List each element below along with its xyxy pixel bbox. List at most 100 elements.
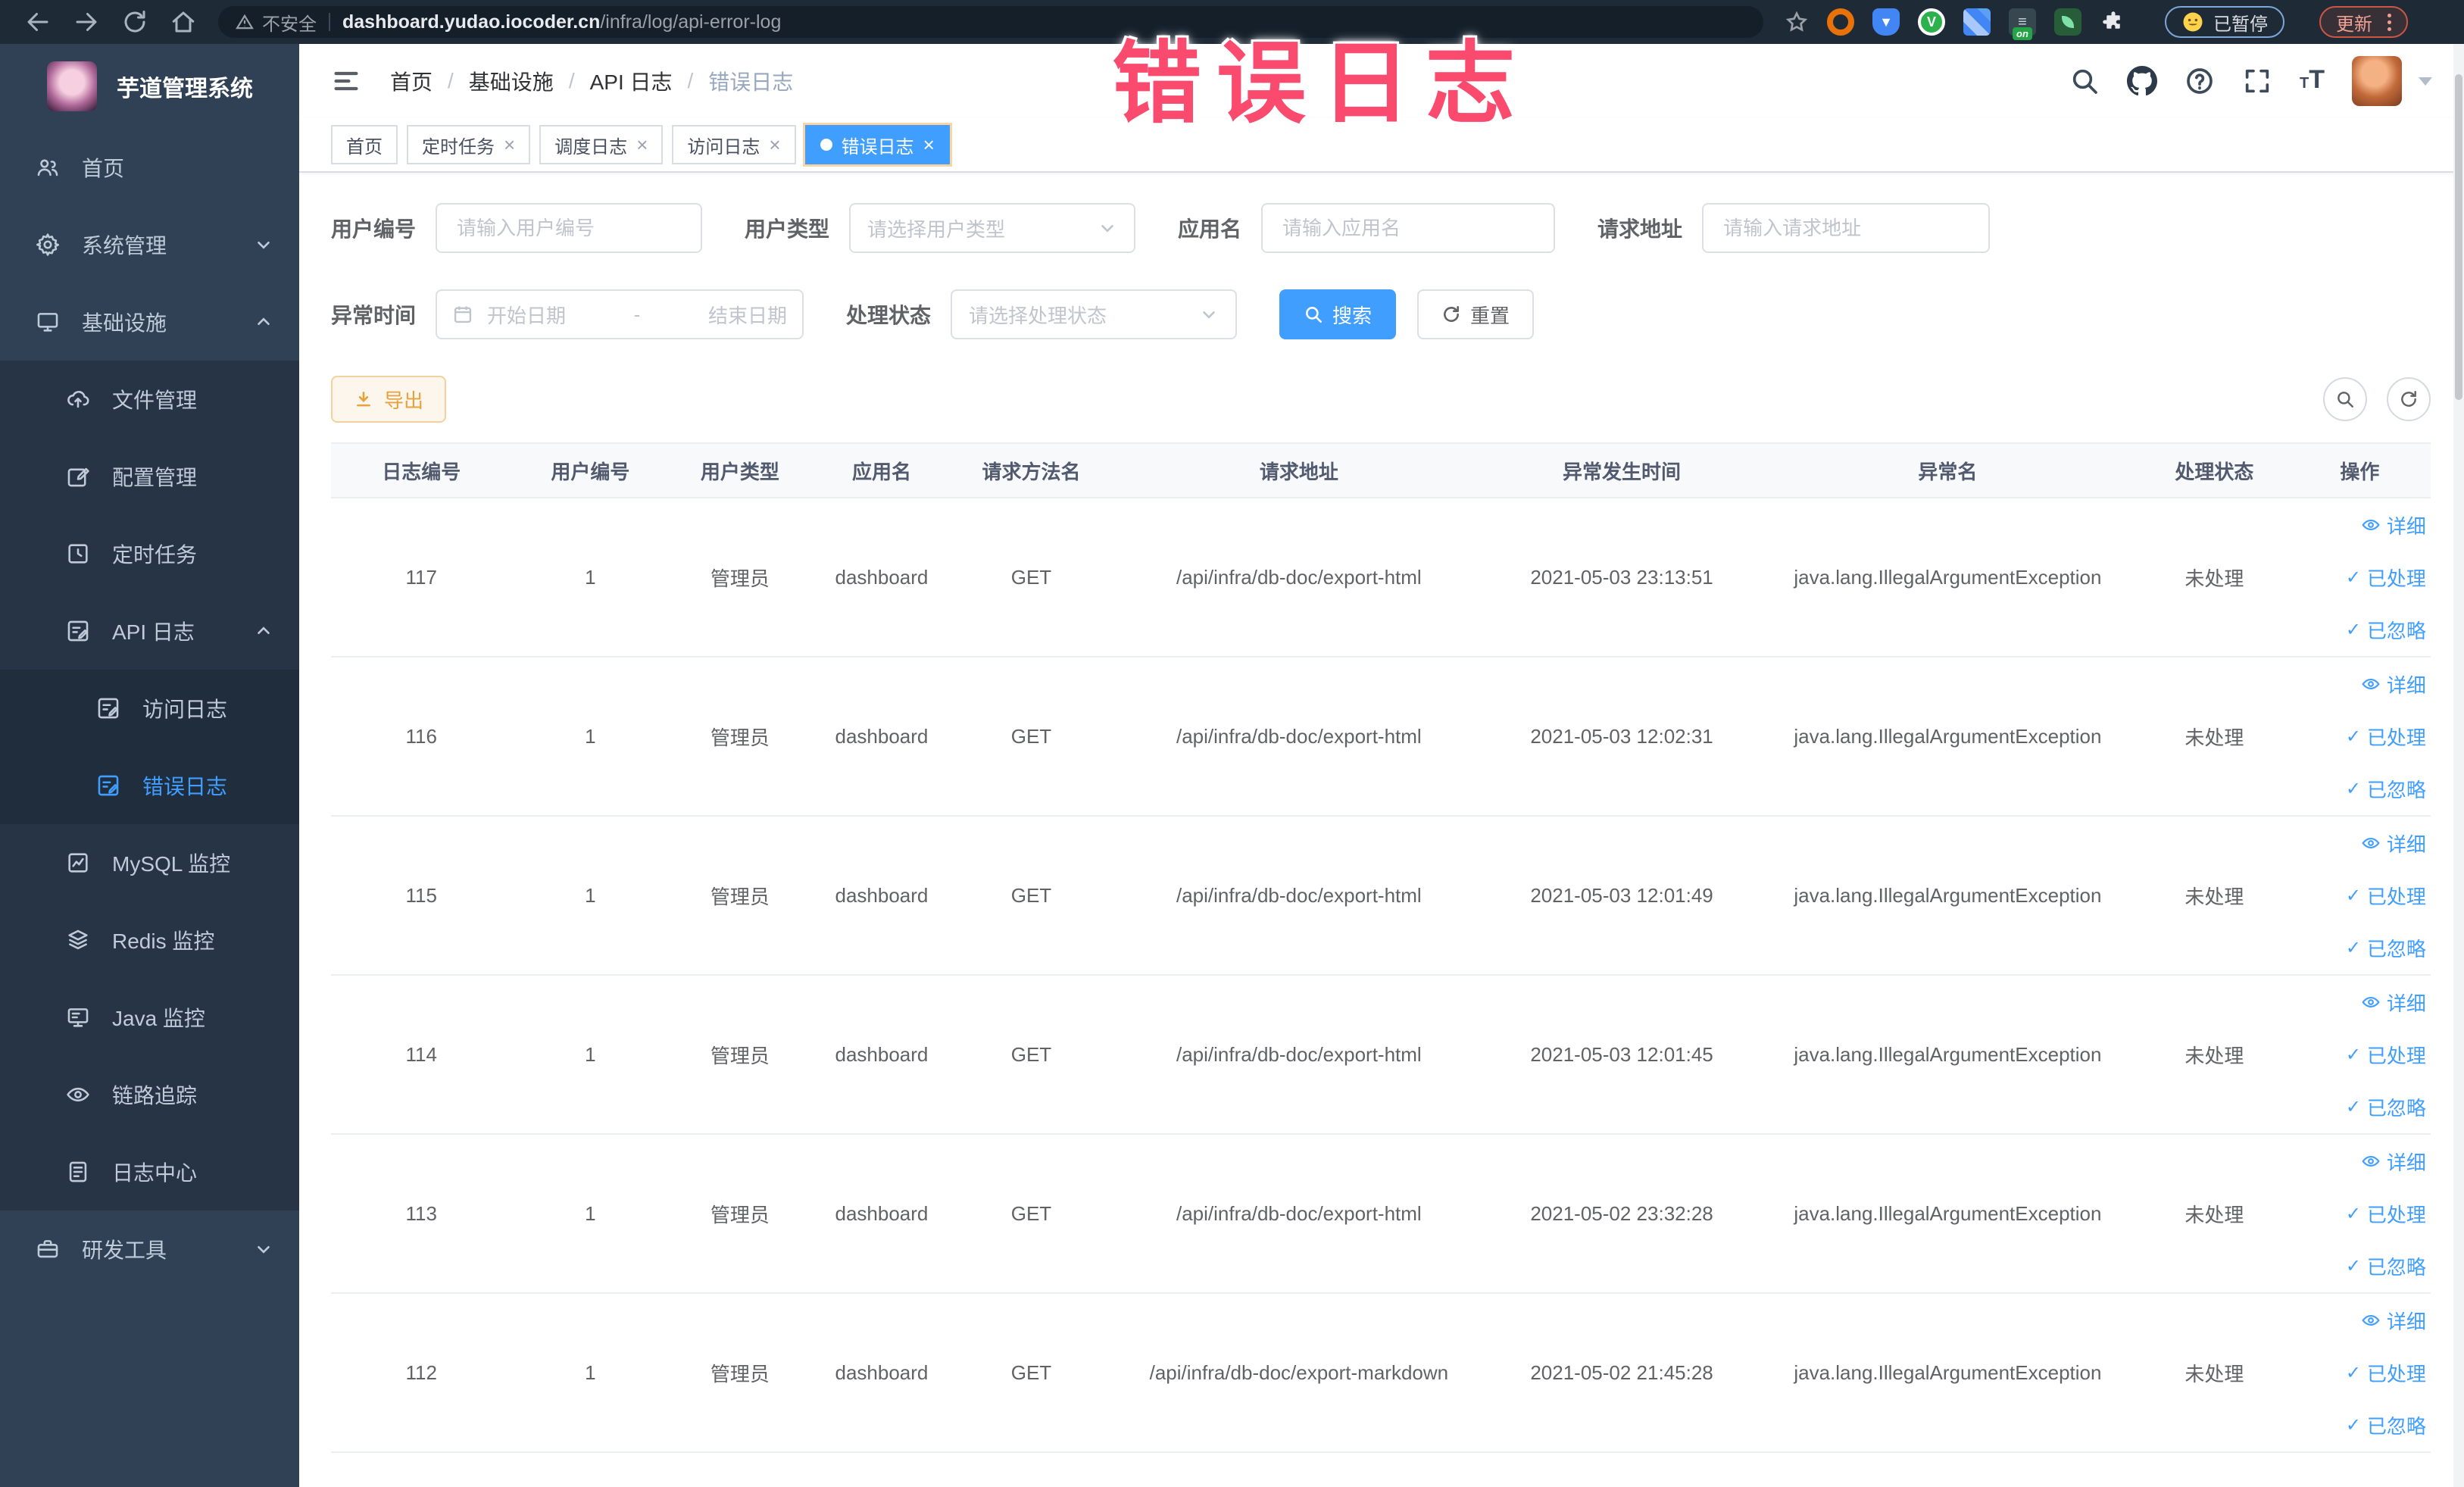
extension-v-icon[interactable]: V [1918, 8, 1945, 36]
action-processed[interactable]: ✓ 已处理 [2346, 1359, 2426, 1387]
action-ignored[interactable]: ✓ 已忽略 [2346, 1411, 2426, 1439]
action-processed[interactable]: ✓ 已处理 [2346, 882, 2426, 910]
export-button[interactable]: 导出 [331, 376, 447, 423]
sidebar-item-error-log[interactable]: 错误日志 [0, 747, 299, 824]
tab-schedule-log[interactable]: 调度日志 × [539, 125, 664, 164]
request-url-input[interactable] [1702, 203, 1991, 253]
cell-user_type: 管理员 [710, 1203, 770, 1226]
cell-time: 2021-05-03 23:13:51 [1530, 565, 1713, 589]
col-exception-name: 异常名 [1918, 460, 1978, 483]
cell-status: 未处理 [2184, 1203, 2244, 1226]
action-ignored[interactable]: ✓ 已忽略 [2346, 934, 2426, 962]
sidebar-item-redis-monitor[interactable]: Redis 监控 [0, 901, 299, 979]
cell-actions: 详细 ✓ 已处理 ✓ 已忽略 [2289, 989, 2431, 1121]
sidebar-item-scheduled-tasks[interactable]: 定时任务 [0, 515, 299, 592]
close-icon[interactable]: × [923, 135, 935, 155]
extension-orange-icon[interactable] [1827, 8, 1854, 36]
page-scrollbar[interactable] [2453, 44, 2464, 1487]
sidebar-item-file-mgmt[interactable]: 文件管理 [0, 361, 299, 438]
sidebar-toggle-icon[interactable] [331, 66, 361, 96]
breadcrumb-item[interactable]: 首页 [390, 66, 433, 96]
extension-switch-icon[interactable]: ≡ on [2009, 8, 2036, 40]
refresh-button[interactable] [2387, 377, 2431, 421]
reload-icon[interactable] [121, 8, 148, 36]
close-icon[interactable]: × [636, 135, 648, 155]
sidebar-item-system-mgmt[interactable]: 系统管理 [0, 206, 299, 283]
sidebar-item-config-mgmt[interactable]: 配置管理 [0, 438, 299, 515]
user-menu-caret-icon[interactable] [2419, 77, 2432, 86]
action-detail[interactable]: 详细 [2361, 829, 2426, 858]
date-range-picker[interactable]: 开始日期 - 结束日期 [436, 289, 804, 339]
app-logo-row[interactable]: 芋道管理系统 [0, 44, 299, 129]
action-processed[interactable]: ✓ 已处理 [2346, 1200, 2426, 1228]
chrome-update-button[interactable]: 更新 [2319, 6, 2408, 38]
sidebar-item-java-monitor[interactable]: Java 监控 [0, 979, 299, 1056]
avatar[interactable] [2352, 56, 2402, 106]
action-ignored[interactable]: ✓ 已忽略 [2346, 1252, 2426, 1280]
sidebar-item-mysql-monitor[interactable]: MySQL 监控 [0, 824, 299, 901]
home-icon[interactable] [170, 8, 197, 36]
view-icon [2361, 1151, 2381, 1171]
close-icon[interactable]: × [769, 135, 780, 155]
cell-status: 未处理 [2184, 567, 2244, 590]
cell-url: /api/infra/db-doc/export-markdown [1149, 1360, 1449, 1384]
tab-scheduled-tasks[interactable]: 定时任务 × [407, 125, 531, 164]
action-detail[interactable]: 详细 [2361, 989, 2426, 1017]
action-processed[interactable]: ✓ 已处理 [2346, 1041, 2426, 1069]
fullscreen-icon[interactable] [2242, 66, 2272, 96]
font-size-icon[interactable]: TT [2300, 64, 2325, 98]
check-icon: ✓ [2345, 619, 2361, 640]
action-ignored[interactable]: ✓ 已忽略 [2346, 616, 2426, 644]
help-icon[interactable] [2184, 66, 2215, 96]
profile-paused-pill[interactable]: 已暂停 [2165, 6, 2284, 38]
sidebar-item-home[interactable]: 首页 [0, 129, 299, 206]
sidebar-item-infrastructure[interactable]: 基础设施 [0, 283, 299, 361]
check-icon: ✓ [2345, 778, 2361, 799]
scrollbar-thumb[interactable] [2455, 74, 2462, 400]
extension-shield-icon[interactable]: ▼ [1872, 8, 1900, 36]
search-button[interactable]: 搜索 [1279, 289, 1397, 339]
cell-actions: 详细 ✓ 已处理 ✓ 已忽略 [2289, 511, 2431, 644]
action-processed[interactable]: ✓ 已处理 [2346, 723, 2426, 751]
tab-error-log[interactable]: 错误日志 × [804, 125, 950, 164]
sidebar-item-log-center[interactable]: 日志中心 [0, 1133, 299, 1211]
action-ignored[interactable]: ✓ 已忽略 [2346, 775, 2426, 803]
user-id-input[interactable] [436, 203, 703, 253]
reset-button[interactable]: 重置 [1417, 289, 1535, 339]
extensions-puzzle-icon[interactable] [2100, 8, 2127, 36]
search-icon[interactable] [2069, 66, 2100, 96]
insecure-label[interactable]: 不安全 [262, 9, 317, 36]
header-actions: TT [2069, 56, 2432, 106]
bookmark-star-icon[interactable] [1785, 10, 1809, 34]
cell-url: /api/infra/db-doc/export-html [1176, 1201, 1422, 1225]
breadcrumb-item[interactable]: API 日志 [590, 66, 673, 96]
action-detail[interactable]: 详细 [2361, 1307, 2426, 1335]
browser-menu-icon[interactable] [2387, 13, 2391, 31]
github-icon[interactable] [2127, 66, 2157, 96]
address-bar[interactable]: 不安全 dashboard.yudao.iocoder.cn /infra/lo… [218, 6, 1763, 38]
toggle-search-button[interactable] [2323, 377, 2367, 421]
breadcrumb-separator: / [568, 69, 575, 92]
extension-grid-icon[interactable] [1963, 8, 1991, 36]
status-select[interactable]: 请选择处理状态 [951, 289, 1238, 339]
sidebar-item-access-log[interactable]: 访问日志 [0, 670, 299, 747]
app-name-input[interactable] [1261, 203, 1556, 253]
forward-icon[interactable] [73, 8, 100, 36]
extension-leaf-icon[interactable] [2054, 8, 2081, 36]
breadcrumb-item[interactable]: 基础设施 [469, 66, 554, 96]
action-detail[interactable]: 详细 [2361, 670, 2426, 698]
tab-access-log[interactable]: 访问日志 × [672, 125, 796, 164]
tab-home[interactable]: 首页 [331, 125, 398, 164]
action-ignored[interactable]: ✓ 已忽略 [2346, 1093, 2426, 1121]
action-processed[interactable]: ✓ 已处理 [2346, 564, 2426, 592]
action-detail[interactable]: 详细 [2361, 511, 2426, 539]
check-icon: ✓ [2345, 1255, 2361, 1276]
action-detail[interactable]: 详细 [2361, 1148, 2426, 1176]
cell-exception: java.lang.IllegalArgumentException [1794, 1042, 2102, 1066]
user-type-select[interactable]: 请选择用户类型 [849, 203, 1136, 253]
back-icon[interactable] [24, 8, 52, 36]
sidebar-item-trace[interactable]: 链路追踪 [0, 1056, 299, 1133]
sidebar-item-dev-tools[interactable]: 研发工具 [0, 1211, 299, 1288]
sidebar-item-api-log[interactable]: API 日志 [0, 592, 299, 670]
close-icon[interactable]: × [504, 135, 515, 155]
